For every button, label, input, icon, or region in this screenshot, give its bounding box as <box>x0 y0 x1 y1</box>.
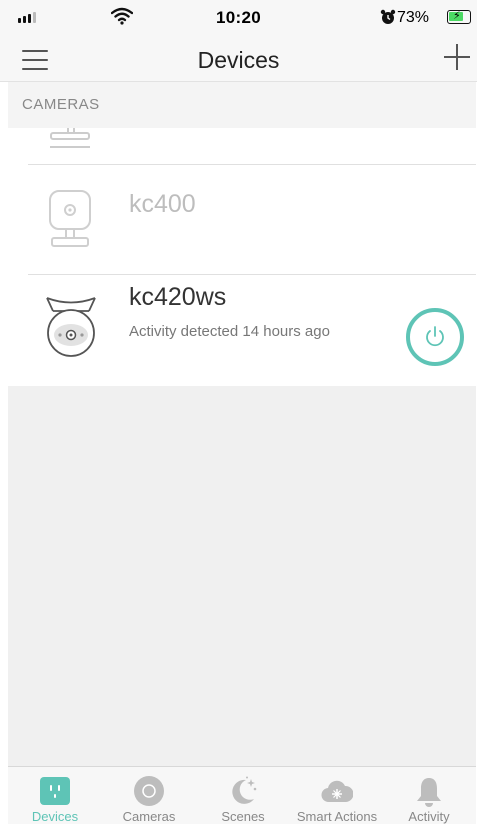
camera-lens-icon <box>134 776 164 806</box>
cloud-sparkle-icon <box>321 780 353 803</box>
device-list: kc400 kc420ws Activity detected 14 hours… <box>8 128 476 386</box>
section-label-cameras: CAMERAS <box>22 96 100 113</box>
tab-label: Smart Actions <box>296 809 378 824</box>
bell-icon <box>417 778 441 807</box>
battery-percent: 73% <box>397 9 430 26</box>
tab-scenes[interactable]: Scenes <box>196 767 290 824</box>
tab-label: Activity <box>408 809 450 824</box>
tab-smart-actions[interactable]: Smart Actions <box>290 767 384 824</box>
indoor-camera-icon <box>49 190 91 247</box>
tab-bar: Devices Cameras Scenes Smart Actions Act… <box>8 766 476 824</box>
section-header: CAMERAS <box>8 82 476 128</box>
camera-stand-icon <box>50 128 90 148</box>
list-item-partial[interactable] <box>8 128 476 164</box>
device-status: Activity detected 14 hours ago <box>129 323 330 340</box>
add-device-button[interactable] <box>444 44 470 70</box>
alarm-icon <box>380 9 396 24</box>
devices-icon <box>40 777 70 805</box>
device-name: kc420ws <box>129 283 227 311</box>
power-toggle-button[interactable] <box>406 308 464 366</box>
page-title: Devices <box>197 47 280 73</box>
battery-charging-icon: ⚡ <box>447 10 471 24</box>
moon-stars-icon <box>232 776 257 804</box>
outdoor-camera-icon <box>46 297 96 357</box>
power-icon <box>426 326 444 347</box>
tab-label: Scenes <box>221 809 265 824</box>
tab-activity[interactable]: Activity <box>382 767 476 824</box>
device-name: kc400 <box>129 190 196 218</box>
tab-label: Devices <box>31 809 79 824</box>
device-row-kc400[interactable]: kc400 <box>8 165 476 274</box>
tab-cameras[interactable]: Cameras <box>102 767 196 824</box>
navigation-header: Devices <box>0 38 477 82</box>
status-bar: 10:20 73% ⚡ <box>0 0 477 38</box>
tab-label: Cameras <box>122 809 176 824</box>
tab-devices[interactable]: Devices <box>8 767 102 824</box>
